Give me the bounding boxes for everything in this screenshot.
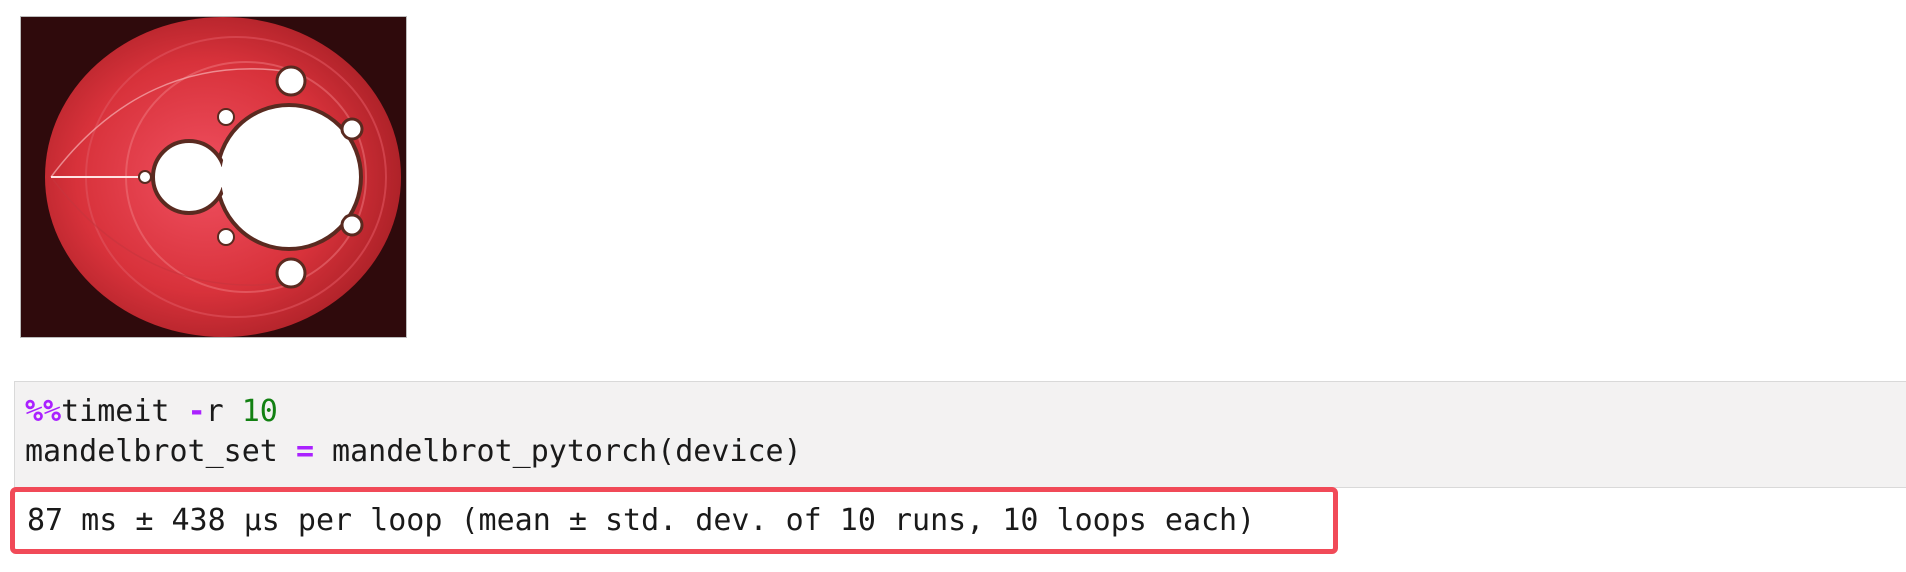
magic-prefix: %% [25,394,62,429]
code-line-assignment: mandelbrot_set = mandelbrot_pytorch(devi… [25,432,802,472]
flag-value: 10 [241,394,278,429]
function-call: mandelbrot_pytorch(device) [314,434,802,469]
timeit-output-highlight: 87 ms ± 438 µs per loop (mean ± std. dev… [10,487,1338,554]
magic-command: timeit [61,394,188,429]
assignment-operator: = [295,434,314,469]
flag-name: r [205,394,242,429]
flag-dash: - [187,394,206,429]
assigned-variable: mandelbrot_set [25,434,296,469]
mandelbrot-fractal-image [21,17,406,337]
code-cell-input[interactable]: %%timeit -r 10 mandelbrot_set = mandelbr… [14,381,1906,488]
code-line-timeit: %%timeit -r 10 [25,392,278,432]
mandelbrot-output-image [20,16,407,338]
timeit-result-text: 87 ms ± 438 µs per loop (mean ± std. dev… [27,503,1256,538]
